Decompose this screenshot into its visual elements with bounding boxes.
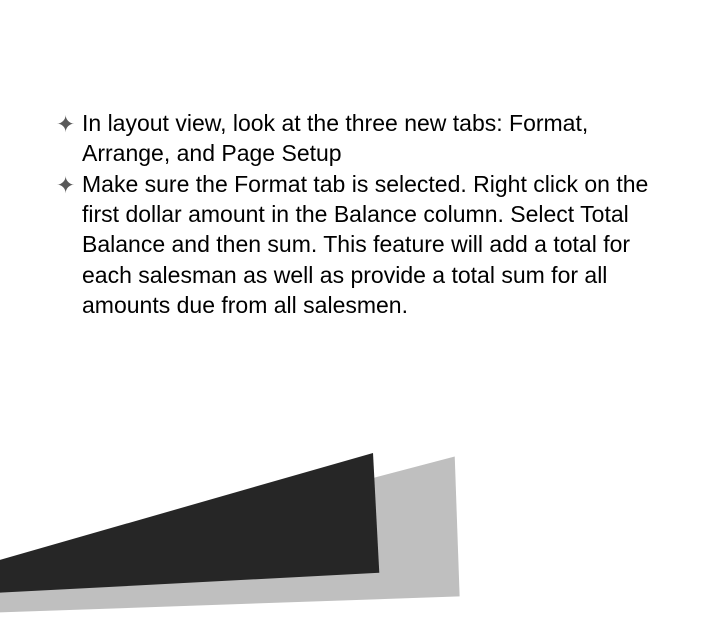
bullet-list: ✦ In layout view, look at the three new … <box>56 108 651 321</box>
bullet-icon: ✦ <box>56 109 75 139</box>
slide-body: ✦ In layout view, look at the three new … <box>56 108 651 321</box>
list-item: ✦ In layout view, look at the three new … <box>56 108 651 169</box>
decorative-wedge-gray <box>0 456 460 618</box>
list-item: ✦ Make sure the Format tab is selected. … <box>56 169 651 321</box>
list-item-text: Make sure the Format tab is selected. Ri… <box>82 171 648 318</box>
list-item-text: In layout view, look at the three new ta… <box>82 110 588 166</box>
bullet-icon: ✦ <box>56 170 75 200</box>
decorative-wedge-dark <box>0 453 379 600</box>
